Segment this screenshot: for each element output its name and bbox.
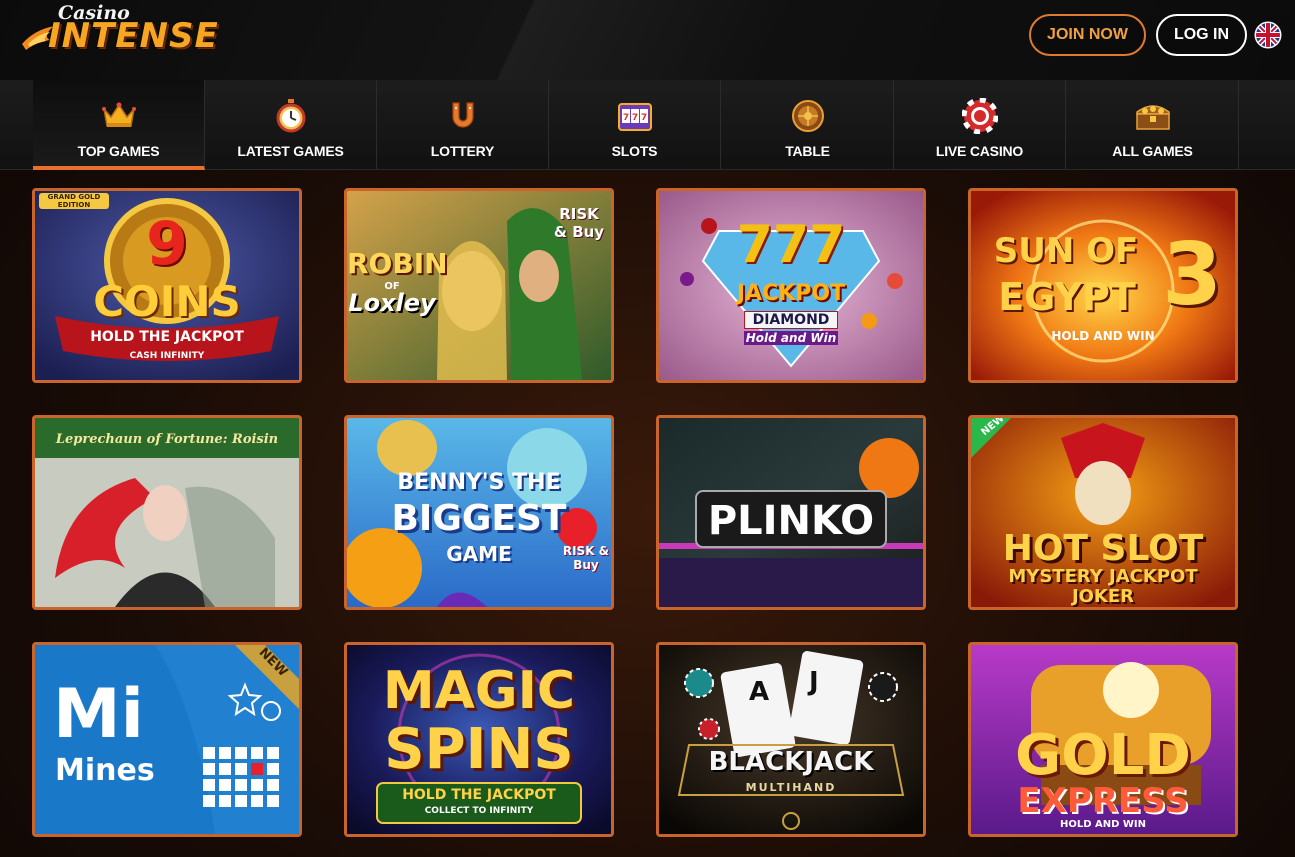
game-subtitle: CASH INFINITY <box>129 351 205 361</box>
nav-table[interactable]: TABLE <box>722 80 894 170</box>
nav-latest-games[interactable]: LATEST GAMES <box>205 80 377 170</box>
game-subtitle: Hold and Win <box>744 331 838 345</box>
game-title-line: ROBIN <box>347 247 448 280</box>
game-subtitle: DIAMOND <box>744 311 838 329</box>
game-title-line: Mi <box>53 675 144 754</box>
game-tile-hot-slot-joker[interactable]: NEW HOT SLOT MYSTERY JACKPOT JOKER <box>968 415 1238 610</box>
nav-label: LOTTERY <box>430 143 495 159</box>
svg-text:7: 7 <box>640 113 646 123</box>
site-header: Casino INTENSE JOIN NOW LOG IN <box>0 0 1295 80</box>
game-subtitle: MULTIHAND <box>745 781 837 794</box>
nav-label: LIVE CASINO <box>935 143 1024 159</box>
game-tile-777-jackpot-diamond[interactable]: 777 JACKPOT DIAMOND Hold and Win <box>656 188 926 383</box>
game-title-line: GOLD <box>1015 723 1191 788</box>
game-title-line: EGYPT <box>998 275 1136 319</box>
svg-text:7: 7 <box>631 113 637 123</box>
casino-logo[interactable]: Casino INTENSE <box>20 2 250 58</box>
crown-icon <box>101 102 136 127</box>
log-in-button[interactable]: LOG IN <box>1156 14 1247 56</box>
game-title-line: SUN OF <box>993 231 1139 271</box>
game-title-line: JOKER <box>1071 586 1135 607</box>
horseshoe-icon <box>451 102 474 128</box>
game-subtitle: HOLD THE JACKPOT <box>402 787 556 803</box>
game-tile-robin-of-loxley[interactable]: ROBIN OF Loxley RISK & Buy <box>344 188 614 383</box>
game-title-line: BIGGEST <box>391 498 567 539</box>
category-nav: TOP GAMES LATEST GAMES LOTTERY 7 7 7 SLO… <box>0 80 1295 170</box>
poker-chip-icon <box>961 98 998 134</box>
nav-live-casino[interactable]: LIVE CASINO <box>894 80 1066 170</box>
svg-text:J: J <box>807 667 819 697</box>
game-badge: RISK & Buy <box>562 544 610 572</box>
game-subtitle: HOLD AND WIN <box>1059 819 1147 830</box>
game-tile-bennys-biggest-game[interactable]: BENNY'S THE BIGGEST GAME RISK & Buy <box>344 415 614 610</box>
game-title-line: SPINS <box>384 717 574 782</box>
nav-slots[interactable]: 7 7 7 SLOTS <box>549 80 721 170</box>
game-title-line: 9 <box>146 209 188 279</box>
svg-text:A: A <box>749 677 769 707</box>
nav-label: LATEST GAMES <box>237 143 344 159</box>
uk-flag-icon[interactable] <box>1254 21 1282 49</box>
game-title-line: Loxley <box>348 289 436 317</box>
nav-lottery[interactable]: LOTTERY <box>377 80 549 170</box>
game-title-line: MAGIC <box>382 661 576 721</box>
slot-machine-icon: 7 7 7 <box>617 103 652 131</box>
game-art: A J <box>659 645 923 834</box>
game-tile-leprechaun-of-fortune[interactable]: Leprechaun of Fortune: Roisin <box>32 415 302 610</box>
game-subtitle: HOLD THE JACKPOT <box>90 329 244 345</box>
game-title-line: PLINKO <box>695 490 887 548</box>
game-title-line: 3 <box>1162 225 1222 325</box>
game-title-line: HOT SLOT <box>1002 528 1204 569</box>
game-title-line: 777 <box>736 215 846 275</box>
game-title-line: JACKPOT <box>736 281 846 306</box>
game-badge: RISK & Buy <box>553 205 605 241</box>
roulette-icon <box>791 100 824 132</box>
game-title-line: BENNY'S THE <box>397 470 561 495</box>
stopwatch-icon <box>276 99 305 133</box>
game-tile-magic-spins[interactable]: MAGIC SPINS HOLD THE JACKPOT COLLECT TO … <box>344 642 614 837</box>
game-title-line: Mines <box>55 753 155 788</box>
nav-label: ALL GAMES <box>1112 143 1193 159</box>
nav-label: SLOTS <box>611 143 658 159</box>
game-subtitle: HOLD AND WIN <box>1051 329 1155 343</box>
game-badge: GRAND GOLD EDITION <box>39 193 109 209</box>
logo-intense-text: INTENSE <box>48 16 219 56</box>
nav-label: TOP GAMES <box>77 143 160 159</box>
game-title-line: COINS <box>93 277 241 326</box>
treasure-chest-icon <box>1135 105 1170 130</box>
game-title-line: Leprechaun of Fortune: Roisin <box>55 432 279 447</box>
game-title-line: EXPRESS <box>1017 781 1189 821</box>
join-now-button[interactable]: JOIN NOW <box>1029 14 1146 56</box>
nav-label: TABLE <box>785 143 830 159</box>
game-title-line: MYSTERY JACKPOT <box>1008 566 1198 587</box>
game-tile-9-coins[interactable]: GRAND GOLD EDITION 9 COINS HOLD THE JACK… <box>32 188 302 383</box>
game-tile-mi-mines[interactable]: NEW Mi Mines <box>32 642 302 837</box>
game-tile-gold-express[interactable]: GOLD EXPRESS HOLD AND WIN <box>968 642 1238 837</box>
game-tile-sun-of-egypt-3[interactable]: SUN OF EGYPT 3 HOLD AND WIN <box>968 188 1238 383</box>
game-tile-plinko[interactable]: PLINKO <box>656 415 926 610</box>
game-title-line: BLACKJACK <box>708 747 874 777</box>
game-subtitle: COLLECT TO INFINITY <box>424 806 534 816</box>
nav-all-games[interactable]: ALL GAMES <box>1067 80 1239 170</box>
game-tile-blackjack-multihand[interactable]: A J BLACKJACK MULTIHAND <box>656 642 926 837</box>
svg-text:7: 7 <box>622 113 628 123</box>
nav-top-games[interactable]: TOP GAMES <box>33 80 205 170</box>
